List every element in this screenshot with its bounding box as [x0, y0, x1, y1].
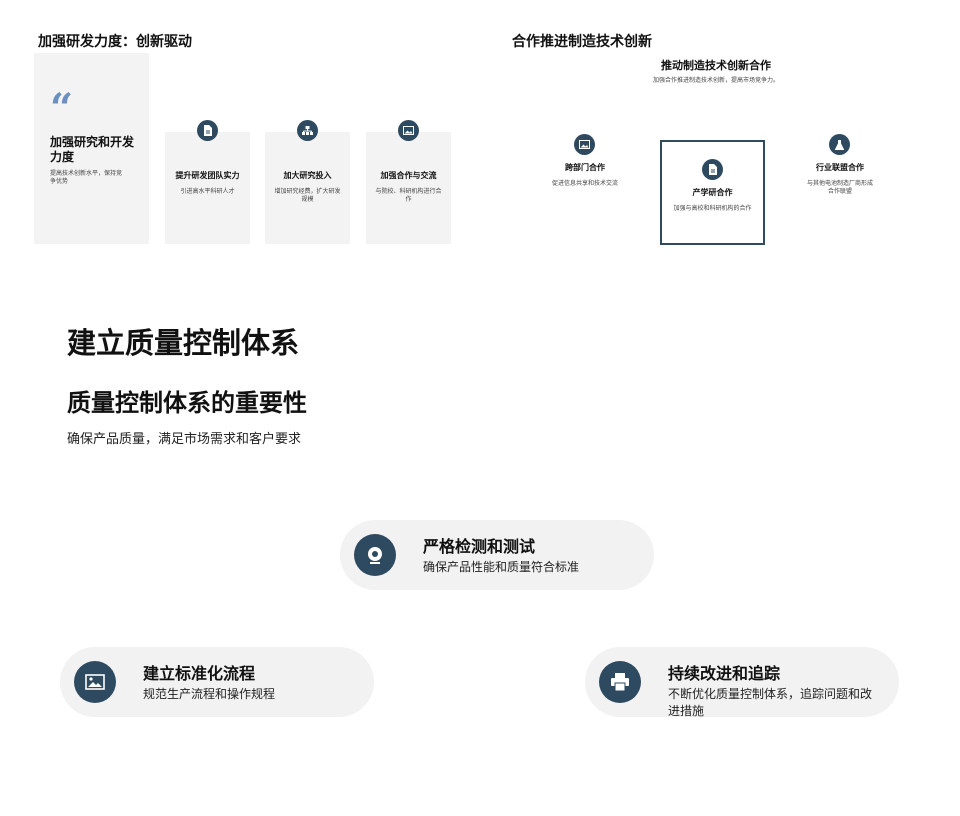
slide2-subtitle: 推动制造技术创新合作 — [661, 60, 771, 72]
document-icon — [197, 120, 218, 141]
webcam-icon — [354, 534, 396, 576]
coop-heading: 产学研合作 — [692, 188, 733, 197]
pill-heading: 建立标准化流程 — [143, 666, 256, 683]
quote-card-desc: 提高技术创新水平，保持竞争优势 — [50, 171, 123, 185]
slide3-desc: 确保产品质量，满足市场需求和客户要求 — [67, 431, 302, 446]
coop-heading: 行业联盟合作 — [816, 163, 864, 172]
pill-testing: 严格检测和测试 确保产品性能和质量符合标准 — [340, 520, 654, 590]
card-heading: 加强合作与交流 — [380, 171, 437, 180]
card-investment: 加大研究投入 增加研究经费，扩大研发规模 — [265, 120, 350, 244]
slide1-title: 加强研发力度：创新驱动 — [38, 33, 192, 49]
image-icon — [74, 661, 116, 703]
slide3-title: 建立质量控制体系 — [67, 328, 300, 360]
card-desc: 增加研究经费，扩大研发规模 — [274, 189, 341, 203]
quote-card: “ 加强研究和开发力度 提高技术创新水平，保持竞争优势 — [34, 53, 149, 244]
slide2-subdesc: 加强合作推进制造技术创新，提高市场竞争力。 — [652, 78, 779, 84]
card-heading: 提升研发团队实力 — [175, 171, 240, 180]
card-cooperation: 加强合作与交流 与院校、科研机构进行合作 — [366, 120, 451, 244]
slide2-title: 合作推进制造技术创新 — [512, 33, 652, 49]
pill-desc: 不断优化质量控制体系，追踪问题和改进措施 — [668, 687, 873, 718]
coop-desc: 加强与高校和科研机构的合作 — [673, 206, 752, 212]
coop-heading: 跨部门合作 — [565, 163, 605, 172]
card-desc: 与院校、科研机构进行合作 — [375, 189, 442, 203]
pill-heading: 持续改进和追踪 — [668, 666, 781, 683]
quote-card-heading: 加强研究和开发力度 — [50, 135, 135, 164]
card-desc: 引进高水平科研人才 — [180, 189, 235, 195]
pill-desc: 规范生产流程和操作规程 — [143, 687, 276, 701]
flask-icon — [829, 134, 850, 155]
card-team: 提升研发团队实力 引进高水平科研人才 — [165, 120, 250, 244]
card-heading: 加大研究投入 — [283, 171, 332, 180]
document-icon — [702, 159, 723, 180]
pill-improvement: 持续改进和追踪 不断优化质量控制体系，追踪问题和改进措施 — [585, 647, 899, 718]
pill-heading: 严格检测和测试 — [423, 539, 536, 556]
coop-desc: 促进信息共享和技术交流 — [551, 181, 618, 187]
sitemap-icon — [297, 120, 318, 141]
image-icon — [398, 120, 419, 141]
pill-desc: 确保产品性能和质量符合标准 — [423, 560, 580, 574]
quote-mark-icon: “ — [50, 85, 74, 132]
printer-icon — [599, 661, 641, 703]
image-icon — [574, 134, 595, 155]
coop-desc: 与其他电池制造厂商形成合作联盟 — [806, 181, 873, 195]
pill-standardization: 建立标准化流程 规范生产流程和操作规程 — [60, 647, 374, 717]
slide3-subtitle: 质量控制体系的重要性 — [67, 390, 307, 417]
